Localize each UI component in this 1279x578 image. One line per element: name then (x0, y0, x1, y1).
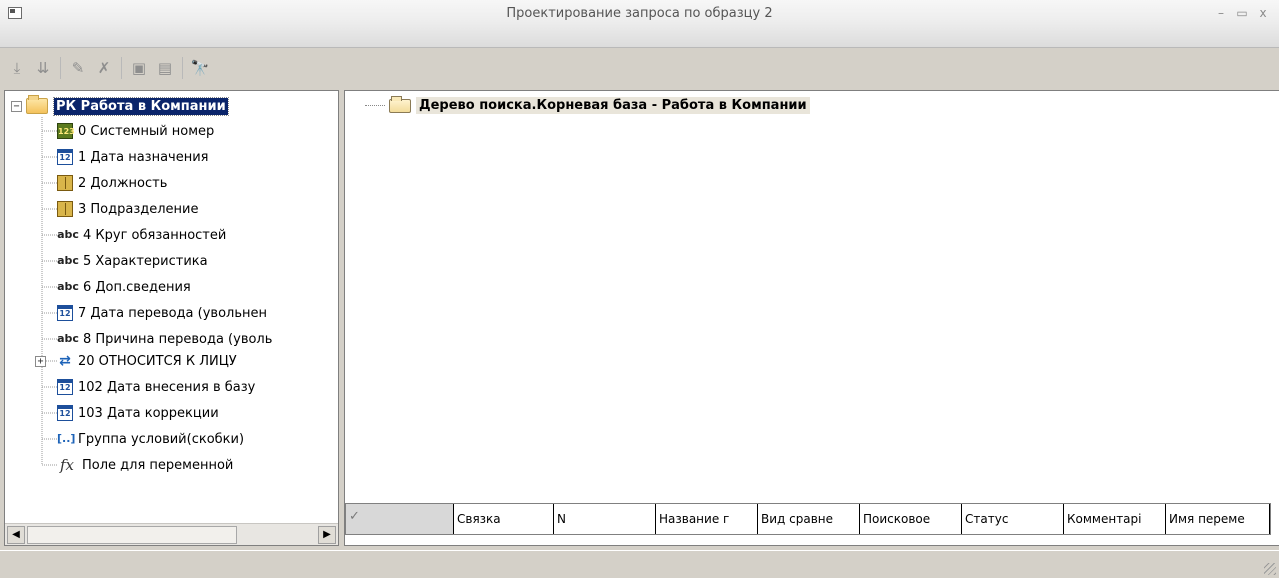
title-bar[interactable]: Проектирование запроса по образцу 2 – ▭ … (0, 0, 1279, 48)
edit-condition-button[interactable]: ✎ (65, 55, 91, 81)
text-field-icon: abc (57, 228, 79, 241)
insert-condition-button[interactable]: ⇊ (30, 55, 56, 81)
close-button[interactable]: x (1254, 4, 1272, 22)
tree-item-label: 6 Доп.сведения (83, 279, 191, 295)
tree-item-system-number[interactable]: 123 0 Системный номер (57, 120, 214, 142)
delete-condition-button[interactable]: ✗ (91, 55, 117, 81)
scrollbar-thumb[interactable] (27, 526, 237, 544)
dictionary-field-icon (57, 175, 73, 191)
tree-item-assignment-date[interactable]: 12 1 Дата назначения (57, 146, 209, 168)
fx-icon: fx (59, 456, 74, 474)
insert-condition-icon: ⇊ (36, 59, 50, 77)
column-header-comment[interactable]: Комментарі (1064, 504, 1166, 534)
tree-item-label: 103 Дата коррекции (78, 405, 219, 421)
tree-item-label: Поле для переменной (82, 457, 234, 473)
scroll-left-button[interactable]: ◀ (7, 526, 25, 544)
date-field-icon: 12 (57, 379, 73, 395)
save-button[interactable]: ▣ (126, 55, 152, 81)
tree-item-label: 1 Дата назначения (78, 149, 209, 165)
tree-root-node[interactable]: − РК Работа в Компании (11, 95, 229, 117)
expand-icon[interactable]: + (35, 355, 46, 367)
tree-item-label: 7 Дата перевода (увольнен (78, 305, 267, 321)
tree-item-label: 4 Круг обязанностей (83, 227, 227, 243)
tree-item-additional-info[interactable]: abc 6 Доп.сведения (57, 276, 191, 298)
status-bar (0, 550, 1279, 578)
tree-item-transfer-reason[interactable]: abc 8 Причина перевода (уволь (57, 328, 272, 350)
tree-item-label: 5 Характеристика (83, 253, 208, 269)
folder-icon (26, 95, 48, 114)
add-condition-button[interactable]: ⤓ (4, 55, 30, 81)
open-folder-icon (389, 95, 411, 113)
binoculars-icon: 🔭 (190, 59, 210, 77)
toolbar-separator (60, 57, 61, 79)
tree-item-label: 102 Дата внесения в базу (78, 379, 256, 395)
text-field-icon: abc (57, 280, 79, 293)
tree-item-variable-field[interactable]: fx Поле для переменной (57, 454, 233, 476)
column-header-variable-name[interactable]: Имя переме (1166, 504, 1270, 534)
search-tree-panel[interactable]: Дерево поиска.Корневая база - Работа в К… (344, 90, 1279, 546)
dictionary-field-icon (57, 201, 73, 217)
delete-condition-icon: ✗ (97, 59, 111, 77)
tree-item-position[interactable]: 2 Должность (57, 172, 167, 194)
edit-condition-icon: ✎ (71, 59, 85, 77)
tree-item-label: 2 Должность (78, 175, 168, 191)
resize-grip-icon[interactable] (1264, 563, 1276, 575)
tree-item-relates-to-person[interactable]: + ⇄ 20 ОТНОСИТСЯ К ЛИЦУ (35, 350, 237, 372)
toolbar-separator (121, 57, 122, 79)
horizontal-scrollbar[interactable]: ◀ ▶ (5, 523, 338, 545)
properties-button[interactable]: ▤ (152, 55, 178, 81)
date-field-icon: 12 (57, 305, 73, 321)
column-header-number[interactable]: N (554, 504, 656, 534)
toolbar-separator (182, 57, 183, 79)
find-button[interactable]: 🔭 (187, 55, 213, 81)
tree-item-entry-date[interactable]: 12 102 Дата внесения в базу (57, 376, 255, 398)
tree-item-characteristic[interactable]: abc 5 Характеристика (57, 250, 208, 272)
tree-item-duties[interactable]: abc 4 Круг обязанностей (57, 224, 226, 246)
minimize-button[interactable]: – (1212, 4, 1230, 22)
tree-root-label[interactable]: РК Работа в Компании (53, 96, 229, 116)
column-header-check[interactable]: ✓ (346, 504, 454, 534)
column-header-search-value[interactable]: Поисковое (860, 504, 962, 534)
text-field-icon: abc (57, 254, 79, 267)
fields-tree-panel: − РК Работа в Компании 123 0 Системный н… (4, 90, 339, 546)
add-condition-icon: ⤓ (13, 59, 21, 77)
tree-item-condition-group[interactable]: [..] Группа условий(скобки) (57, 428, 244, 450)
search-tree-root-node[interactable]: Дерево поиска.Корневая база - Работа в К… (365, 95, 810, 114)
text-field-icon: abc (57, 332, 79, 345)
date-field-icon: 12 (57, 405, 73, 421)
toolbar: ⤓ ⇊ ✎ ✗ ▣ ▤ 🔭 (4, 52, 213, 84)
column-header-status[interactable]: Статус (962, 504, 1064, 534)
save-icon: ▣ (131, 59, 147, 77)
link-field-icon: ⇄ (59, 353, 71, 369)
search-tree-root-label[interactable]: Дерево поиска.Корневая база - Работа в К… (416, 97, 810, 114)
column-header-comparison[interactable]: Вид сравне (758, 504, 860, 534)
column-header-name[interactable]: Название г (656, 504, 758, 534)
brackets-icon: [..] (57, 432, 76, 445)
collapse-icon[interactable]: − (11, 100, 22, 112)
window-title: Проектирование запроса по образцу 2 (506, 6, 773, 21)
maximize-button[interactable]: ▭ (1233, 4, 1251, 22)
conditions-grid-header: ✓ Связка N Название г Вид сравне Поисков… (345, 503, 1271, 535)
date-field-icon: 12 (57, 149, 73, 165)
tree-item-label: 20 ОТНОСИТСЯ К ЛИЦУ (78, 353, 237, 369)
checkmark-icon: ✓ (349, 509, 360, 524)
properties-icon: ▤ (157, 59, 173, 77)
number-field-icon: 123 (57, 123, 75, 139)
column-header-link[interactable]: Связка (454, 504, 554, 534)
tree-item-label: 8 Причина перевода (уволь (83, 331, 273, 347)
tree-item-label: Группа условий(скобки) (78, 431, 245, 447)
tree-item-department[interactable]: 3 Подразделение (57, 198, 199, 220)
tree-item-transfer-date[interactable]: 12 7 Дата перевода (увольнен (57, 302, 267, 324)
tree-connector (365, 105, 385, 106)
fields-tree[interactable]: − РК Работа в Компании 123 0 Системный н… (5, 91, 338, 521)
tree-item-label: 0 Системный номер (78, 123, 215, 139)
tree-item-label: 3 Подразделение (78, 201, 199, 217)
scroll-right-button[interactable]: ▶ (318, 526, 336, 544)
tree-item-correction-date[interactable]: 12 103 Дата коррекции (57, 402, 219, 424)
